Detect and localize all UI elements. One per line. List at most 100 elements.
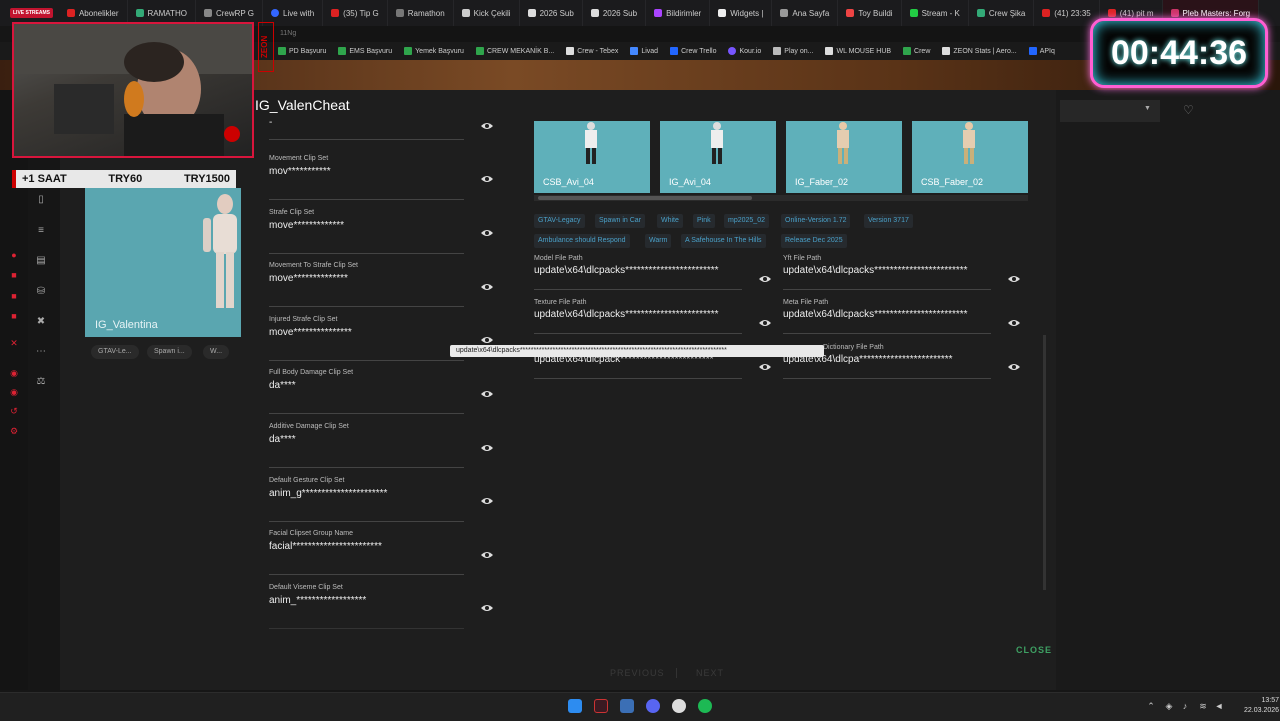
close-button[interactable]: CLOSE bbox=[1016, 645, 1052, 655]
system-clock[interactable]: 13:57 22.03.2026 bbox=[1244, 696, 1279, 716]
start-icon[interactable] bbox=[568, 699, 582, 713]
tab-kick[interactable]: Kick Çekili bbox=[454, 0, 520, 26]
reveal-eye-icon[interactable] bbox=[480, 389, 494, 399]
bookmark[interactable]: Crew Trello bbox=[670, 47, 716, 55]
tab-sub-2[interactable]: 2026 Sub bbox=[583, 0, 647, 26]
next-button[interactable]: NEXT bbox=[696, 668, 724, 678]
bookmark[interactable]: EMS Başvuru bbox=[338, 47, 392, 55]
sidebar-app-icon[interactable]: ■ bbox=[9, 291, 19, 301]
sidebar-app-icon[interactable]: ◉ bbox=[9, 368, 19, 378]
database-icon[interactable]: ⛁ bbox=[35, 287, 47, 297]
thumbnail-card[interactable]: IG_Faber_02 bbox=[786, 121, 902, 193]
tab-widgets[interactable]: Widgets | bbox=[710, 0, 773, 26]
thumbnail-card[interactable]: CSB_Avi_04 bbox=[534, 121, 650, 193]
bookmark[interactable]: Livad bbox=[630, 47, 658, 55]
app-icon[interactable] bbox=[672, 699, 686, 713]
thumbnail-card[interactable]: IG_Avi_04 bbox=[660, 121, 776, 193]
sidebar-app-icon[interactable]: ● bbox=[9, 250, 19, 260]
tab-yt-41a[interactable]: (41) 23:35 bbox=[1034, 0, 1100, 26]
sidebar-app-icon[interactable]: ■ bbox=[9, 270, 19, 280]
reveal-eye-icon[interactable] bbox=[480, 228, 494, 238]
panel-scrollbar[interactable] bbox=[1043, 335, 1046, 590]
field-full-body-damage-clip-set: Full Body Damage Clip Set da**** bbox=[269, 369, 464, 414]
tab-stream[interactable]: Stream - K bbox=[902, 0, 969, 26]
bookmark[interactable]: APIq bbox=[1028, 47, 1055, 55]
tab-bildirimler[interactable]: Bildirimler bbox=[646, 0, 711, 26]
reveal-eye-icon[interactable] bbox=[480, 443, 494, 453]
tag[interactable]: Release Dec 2025 bbox=[781, 234, 847, 248]
tag[interactable]: Ambulance should Respond bbox=[534, 234, 630, 248]
reveal-eye-icon[interactable] bbox=[480, 496, 494, 506]
tab-tip[interactable]: (35) Tip G bbox=[323, 0, 388, 26]
bookmark[interactable]: Crew - Tebex bbox=[566, 47, 618, 55]
x-icon[interactable]: ✕ bbox=[9, 338, 19, 348]
bookmark[interactable]: PD Başvuru bbox=[278, 47, 326, 55]
shield-icon[interactable]: ◈ bbox=[1164, 701, 1174, 711]
tab-ramathon[interactable]: Ramathon bbox=[388, 0, 454, 26]
tag[interactable]: mp2025_02 bbox=[724, 214, 769, 228]
field-movement-clip-set: Movement Clip Set mov*********** bbox=[269, 155, 464, 200]
sidebar-app-icon[interactable]: ■ bbox=[9, 311, 19, 321]
bookmark[interactable]: Kour.io bbox=[728, 47, 761, 55]
sidebar-app-icon[interactable]: ◉ bbox=[9, 387, 19, 397]
tag[interactable]: Online-Version 1.72 bbox=[781, 214, 851, 228]
scrollbar-thumb[interactable] bbox=[538, 196, 752, 200]
discord-icon[interactable] bbox=[646, 699, 660, 713]
spotify-icon[interactable] bbox=[698, 699, 712, 713]
heart-icon[interactable]: ♡ bbox=[1183, 103, 1194, 117]
tag[interactable]: Pink bbox=[693, 214, 715, 228]
opera-icon[interactable] bbox=[594, 699, 608, 713]
tools-icon[interactable]: ✖ bbox=[35, 317, 47, 327]
character-tag[interactable]: GTAV-Le... bbox=[91, 345, 139, 359]
bookmark[interactable]: Play on... bbox=[773, 47, 813, 55]
reveal-eye-icon[interactable] bbox=[480, 282, 494, 292]
sidebar-app-icon[interactable]: ↺ bbox=[9, 406, 19, 416]
tag[interactable]: A Safehouse In The Hills bbox=[681, 234, 766, 248]
settings-icon[interactable]: ⚙ bbox=[9, 426, 19, 436]
character-tag[interactable]: Spawn i... bbox=[147, 345, 192, 359]
address-bar[interactable]: 11Ng bbox=[260, 26, 1080, 42]
reveal-eye-icon[interactable] bbox=[480, 550, 494, 560]
tab-crew-sika[interactable]: Crew Şika bbox=[969, 0, 1035, 26]
tab-ana-sayfa[interactable]: Ana Sayfa bbox=[772, 0, 839, 26]
reveal-eye-icon[interactable] bbox=[1007, 318, 1021, 328]
tag[interactable]: White bbox=[657, 214, 683, 228]
previous-button[interactable]: PREVIOUS bbox=[610, 668, 665, 678]
reveal-eye-icon[interactable] bbox=[758, 362, 772, 372]
tag[interactable]: Version 3717 bbox=[864, 214, 913, 228]
bookmark[interactable]: Yemek Başvuru bbox=[404, 47, 464, 55]
volume-icon[interactable]: ◄ bbox=[1214, 701, 1224, 711]
reveal-eye-icon[interactable] bbox=[480, 335, 494, 345]
more-icon[interactable]: ⋯ bbox=[35, 347, 47, 357]
reveal-eye-icon[interactable] bbox=[758, 318, 772, 328]
reveal-eye-icon[interactable] bbox=[480, 174, 494, 184]
reveal-eye-icon[interactable] bbox=[480, 121, 494, 131]
tag[interactable]: Warm bbox=[645, 234, 672, 248]
tab-sub-1[interactable]: 2026 Sub bbox=[520, 0, 583, 26]
bookmark[interactable]: CREW MEKANİK B... bbox=[475, 47, 554, 55]
character-card[interactable]: IG_Valentina bbox=[85, 188, 241, 337]
tag[interactable]: GTAV-Legacy bbox=[534, 214, 585, 228]
bookmark[interactable]: ZEON Stats | Aero... bbox=[942, 47, 1017, 55]
site-icon bbox=[780, 9, 789, 17]
bookmark[interactable]: Crew bbox=[903, 47, 930, 55]
thumbnail-card[interactable]: CSB_Faber_02 bbox=[912, 121, 1028, 193]
app-icon[interactable] bbox=[620, 699, 634, 713]
tab-toy-build[interactable]: Toy Buildi bbox=[838, 0, 902, 26]
character-tag[interactable]: W... bbox=[203, 345, 230, 359]
reveal-eye-icon[interactable] bbox=[1007, 362, 1021, 372]
reveal-eye-icon[interactable] bbox=[480, 603, 494, 613]
wifi-icon[interactable]: ≋ bbox=[1198, 701, 1208, 711]
reveal-eye-icon[interactable] bbox=[1007, 274, 1021, 284]
table-icon[interactable]: ▤ bbox=[35, 256, 47, 266]
chevron-up-icon[interactable]: ⌃ bbox=[1146, 701, 1156, 711]
map-icon[interactable]: ▯ bbox=[35, 195, 47, 205]
microphone-icon[interactable]: ♪ bbox=[1180, 701, 1190, 711]
reveal-eye-icon[interactable] bbox=[758, 274, 772, 284]
bookmark[interactable]: WL MOUSE HUB bbox=[825, 47, 891, 55]
scale-icon[interactable]: ⚖ bbox=[35, 377, 47, 387]
list-icon[interactable]: ≡ bbox=[35, 226, 47, 236]
live-streams-badge[interactable]: LIVE STREAMS bbox=[10, 8, 53, 18]
tag[interactable]: Spawn in Car bbox=[595, 214, 646, 228]
page-title: IG_ValenCheat bbox=[255, 97, 350, 113]
